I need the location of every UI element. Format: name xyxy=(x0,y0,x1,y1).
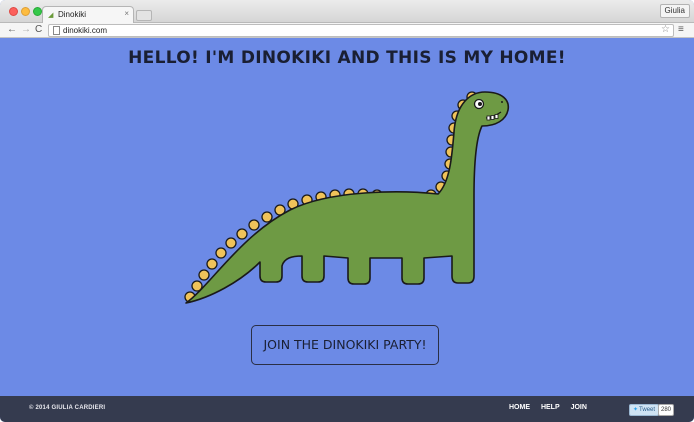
address-bar[interactable]: dinokiki.com ☆ xyxy=(48,24,674,37)
tab-close-icon[interactable]: × xyxy=(124,9,129,18)
browser-window: ◢ Dinokiki × Giulia ← → C dinokiki.com ☆… xyxy=(0,0,694,422)
dino-body xyxy=(185,91,510,304)
title-bar: ◢ Dinokiki × Giulia xyxy=(0,0,694,23)
back-arrow-icon[interactable]: ← xyxy=(7,24,17,36)
page-content: HELLO! I'M DINOKIKI AND THIS IS MY HOME! xyxy=(0,38,694,396)
dino-pupil xyxy=(478,102,482,106)
maximize-window-button[interactable] xyxy=(33,7,42,16)
bookmark-star-icon[interactable]: ☆ xyxy=(661,24,670,35)
browser-toolbar: ← → C dinokiki.com ☆ ≡ xyxy=(0,23,694,38)
footer-nav: HOME HELP JOIN xyxy=(509,404,596,411)
join-party-button[interactable]: JOIN THE DINOKIKI PARTY! xyxy=(251,325,439,365)
tweet-button[interactable]: ✦Tweet xyxy=(629,404,660,416)
twitter-bird-icon: ✦ xyxy=(633,407,639,413)
page-icon xyxy=(53,26,60,35)
browser-menu-icon[interactable]: ≡ xyxy=(678,23,684,36)
footer-link-home[interactable]: HOME xyxy=(509,404,530,411)
forward-arrow-icon[interactable]: → xyxy=(21,24,31,36)
profile-button[interactable]: Giulia xyxy=(659,4,690,18)
dino-tooth-1 xyxy=(486,115,491,121)
minimize-window-button[interactable] xyxy=(21,7,30,16)
dinosaur-illustration xyxy=(184,91,510,304)
tweet-count: 280 xyxy=(658,404,675,416)
new-tab-button[interactable] xyxy=(136,10,152,21)
page-footer: © 2014 GIULIA CARDIERI HOME HELP JOIN ✦T… xyxy=(0,396,694,422)
dino-tooth-3 xyxy=(494,114,499,119)
browser-tab[interactable]: ◢ Dinokiki × xyxy=(42,6,134,23)
tweet-label: Tweet xyxy=(639,407,656,413)
dino-favicon-icon: ◢ xyxy=(48,12,54,19)
dino-nostril xyxy=(501,101,503,103)
page-headline: HELLO! I'M DINOKIKI AND THIS IS MY HOME! xyxy=(128,48,566,68)
close-window-button[interactable] xyxy=(9,7,18,16)
footer-link-join[interactable]: JOIN xyxy=(571,404,587,411)
reload-icon[interactable]: C xyxy=(35,24,42,36)
url-text[interactable]: dinokiki.com xyxy=(63,25,107,36)
dino-tooth-2 xyxy=(490,115,495,120)
tab-title: Dinokiki xyxy=(58,10,87,19)
copyright-text: © 2014 GIULIA CARDIERI xyxy=(29,405,106,411)
footer-link-help[interactable]: HELP xyxy=(541,404,560,411)
